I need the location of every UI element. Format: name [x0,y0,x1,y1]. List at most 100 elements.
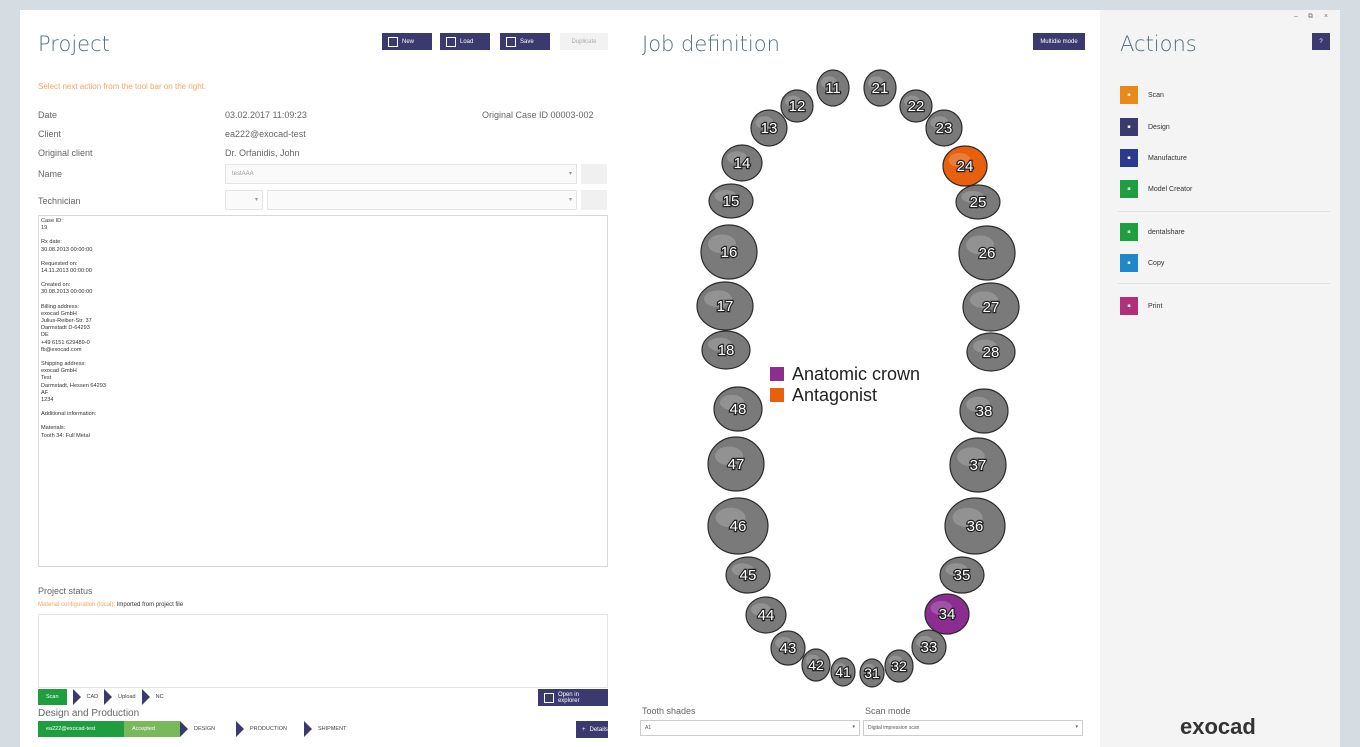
duplicate-button[interactable]: Duplicate [560,33,608,50]
client-label: Client [38,129,62,139]
chevron-right-icon [141,689,150,705]
case-notes[interactable]: Case ID: 19 Rx date: 30.08.2013 00:00:00 R… [38,215,608,567]
tooth-32[interactable]: 32 [884,649,914,683]
workflow-step-scan[interactable]: Scan [38,689,67,705]
tooth-42[interactable]: 42 [801,648,831,682]
technician-extra-button[interactable] [581,190,607,210]
legend-label-anatomic: Anatomic crown [792,364,921,384]
date-label: Date [38,110,58,120]
production-bar: ea222@exocad-test Accepted DESIGN PRODUC… [38,721,346,737]
tooth-37[interactable]: 37 [949,437,1007,493]
tooth-25[interactable]: 25 [955,184,1001,220]
scan-mode-select[interactable]: Digital impression scan ▾ [863,720,1083,736]
tooth-24[interactable]: 24 [942,145,988,187]
tooth-44[interactable]: 44 [745,596,787,634]
case-note-block: Materials: Tooth 34: Full Metal [41,425,90,439]
tooth-legend: Anatomic crown Antagonist [770,364,920,406]
tooth-31[interactable]: 31 [859,658,885,688]
exocad-logo: exocad [1180,714,1256,739]
workflow-step-nc[interactable]: NC [156,694,164,700]
load-button[interactable]: Load [440,33,490,50]
tooth-33[interactable]: 33 [911,629,947,665]
minimize-icon[interactable]: – [1294,13,1298,20]
tooth-34[interactable]: 34 [924,593,970,635]
production-step-user[interactable]: ea222@exocad-test [38,721,124,737]
workflow-bar: Scan CAD Upload NC [38,689,164,705]
design-icon: ▪ [1120,118,1138,136]
chevron-right-icon [304,721,312,737]
action-divider [1118,211,1330,212]
workflow-step-cad[interactable]: CAD [87,694,99,700]
actions-title: Actions [1120,32,1197,56]
dentalshare-icon: ▪ [1120,223,1138,241]
tooth-26[interactable]: 26 [958,225,1016,281]
tooth-18[interactable]: 18 [701,330,751,370]
legend-anatomic-crown: Anatomic crown [770,364,920,385]
action-label: Manufacture [1148,154,1187,162]
restore-icon[interactable]: ⧉ [1308,13,1313,21]
tooth-number: 44 [758,607,775,624]
model-creator-icon: ▪ [1120,180,1138,198]
action-copy[interactable]: ▪ Copy [1120,254,1164,272]
name-extra-button[interactable] [581,164,607,184]
tooth-number: 23 [936,120,953,137]
tooth-chart[interactable]: 11 12 13 14 15 16 17 18 21 22 23 24 25 26 27 28 31 32 3334… [622,10,1100,690]
save-button[interactable]: Save [500,33,550,50]
load-label: Load [460,38,474,45]
new-button[interactable]: New [382,33,432,50]
production-step-accepted[interactable]: Accepted [124,721,180,737]
tooth-35[interactable]: 35 [939,556,985,594]
details-button[interactable]: + Details [576,721,608,738]
tooth-11[interactable]: 11 [816,69,850,107]
action-print[interactable]: ▪ Print [1120,297,1162,315]
action-model-creator[interactable]: ▪ Model Creator [1120,180,1192,198]
tooth-number: 37 [970,457,987,474]
production-step-production[interactable]: PRODUCTION [250,726,298,732]
tooth-47[interactable]: 47 [707,436,765,492]
action-manufacture[interactable]: ▪ Manufacture [1120,149,1187,167]
tooth-38[interactable]: 38 [959,388,1009,434]
details-label: Details [589,726,608,733]
tooth-22[interactable]: 22 [899,89,933,123]
tooth-15[interactable]: 15 [708,183,754,219]
production-step-design[interactable]: DESIGN [194,726,230,732]
action-label: dentalshare [1148,228,1185,236]
tooth-shades-select[interactable]: A1 ▾ [640,720,860,736]
name-field[interactable]: testAAA ▾ [225,164,577,184]
technician-prefix-select[interactable]: ▾ [225,190,263,210]
workflow-step-upload[interactable]: Upload [118,694,135,700]
design-production-label: Design and Production [38,708,140,719]
tooth-43[interactable]: 43 [770,630,806,666]
tooth-13[interactable]: 13 [750,109,788,147]
chevron-down-icon: ▾ [568,197,572,203]
tooth-number: 41 [835,664,851,680]
tooth-46[interactable]: 46 [707,497,769,555]
tooth-number: 48 [730,401,747,418]
tooth-number: 11 [825,80,841,97]
production-step-shipment[interactable]: SHIPMENT [318,726,346,732]
copy-icon: ▪ [1120,254,1138,272]
original-client-label: Original client [38,148,93,158]
technician-select[interactable]: ▾ [267,190,577,210]
tooth-12[interactable]: 12 [780,89,814,123]
help-button[interactable]: ? [1312,33,1330,50]
action-dentalshare[interactable]: ▪ dentalshare [1120,223,1185,241]
tooth-45[interactable]: 45 [725,556,771,594]
close-icon[interactable]: × [1324,13,1328,20]
legend-antagonist: Antagonist [770,385,920,406]
action-scan[interactable]: ▪ Scan [1120,86,1164,104]
tooth-16[interactable]: 16 [700,224,758,280]
tooth-21[interactable]: 21 [863,69,897,107]
tooth-36[interactable]: 36 [944,497,1006,555]
tooth-23[interactable]: 23 [925,109,963,147]
tooth-14[interactable]: 14 [721,144,763,182]
tooth-28[interactable]: 28 [966,332,1016,372]
tooth-48[interactable]: 48 [713,386,763,432]
tooth-41[interactable]: 41 [830,657,856,687]
tooth-17[interactable]: 17 [696,281,754,331]
tooth-27[interactable]: 27 [962,282,1020,332]
print-icon: ▪ [1120,297,1138,315]
action-label: Scan [1148,91,1164,99]
action-design[interactable]: ▪ Design [1120,118,1170,136]
open-explorer-button[interactable]: Open in explorer [538,689,608,706]
